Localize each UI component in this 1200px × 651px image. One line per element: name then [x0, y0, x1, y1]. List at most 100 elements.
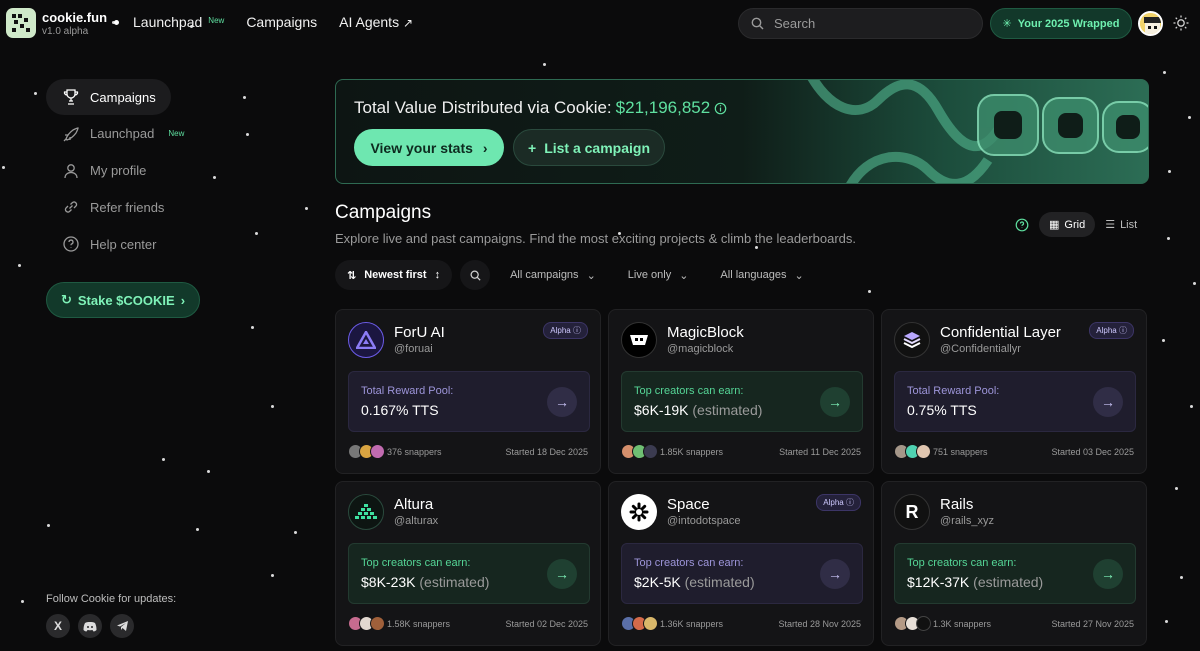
snappers-label: 1.3K snappers — [933, 618, 992, 629]
cookie-logo-icon[interactable] — [6, 8, 36, 38]
sidebar-item-label: My profile — [90, 163, 147, 179]
campaign-card-foru-ai[interactable]: ForU AI @foruai Alpha ⓘ Total Reward Poo… — [335, 309, 601, 474]
alpha-badge: Alpha ⓘ — [1089, 322, 1134, 339]
arrow-right-icon[interactable]: → — [820, 387, 850, 417]
wrapped-label: Your 2025 Wrapped — [1017, 17, 1120, 30]
theme-toggle-icon[interactable] — [1172, 14, 1190, 32]
nav-ai-agents[interactable]: AI Agents ↗ — [339, 14, 413, 30]
filters-bar: ⇅ Newest first ↕ All campaigns ⌄ Live on… — [335, 260, 816, 290]
alpha-label: Alpha — [823, 498, 844, 507]
all-campaigns-label: All campaigns — [510, 269, 579, 281]
snapper-avatars — [348, 444, 385, 459]
arrow-right-icon[interactable]: → — [1093, 559, 1123, 589]
top-nav: Launchpad New Campaigns AI Agents ↗ — [114, 14, 413, 30]
grid-view-button[interactable]: ▦ Grid — [1039, 212, 1096, 237]
pool-label: Top creators can earn: — [907, 557, 1017, 569]
snappers-label: 1.85K snappers — [660, 446, 724, 457]
info-icon[interactable] — [714, 102, 727, 115]
sidebar-item-campaigns[interactable]: Campaigns — [46, 79, 171, 115]
list-campaign-button[interactable]: + List a campaign — [513, 129, 665, 166]
alpha-badge: Alpha ⓘ — [543, 322, 588, 339]
sidebar: Campaigns Launchpad New My profile Refer… — [46, 79, 206, 263]
started-date: Started 27 Nov 2025 — [1051, 619, 1134, 629]
started-date: Started 18 Dec 2025 — [505, 447, 588, 457]
arrow-right-icon[interactable]: → — [547, 559, 577, 589]
chevron-right-icon: › — [180, 292, 186, 308]
nav-launchpad[interactable]: Launchpad New — [133, 14, 224, 30]
pool-amount: $12K-37K — [907, 574, 970, 590]
total-value-banner: Total Value Distributed via Cookie: $21,… — [335, 79, 1149, 184]
pool-amount: $8K-23K — [361, 574, 416, 590]
trophy-icon — [63, 89, 79, 105]
campaign-handle: @rails_xyz — [940, 515, 994, 527]
pool-value: $8K-23K (estimated) — [361, 574, 489, 590]
campaign-card-confidential-layer[interactable]: Confidential Layer @Confidentiallyr Alph… — [881, 309, 1147, 474]
list-label: List — [1120, 218, 1138, 231]
pool-amount: $2K-5K — [634, 574, 681, 590]
view-toggle: ▦ Grid ☰ List — [1015, 212, 1137, 237]
altura-logo-icon — [348, 494, 384, 530]
search-icon — [751, 17, 764, 30]
pool-value: 0.75% TTS — [907, 402, 977, 418]
sidebar-item-my-profile[interactable]: My profile — [46, 153, 206, 189]
campaign-card-rails[interactable]: R Rails @rails_xyz Top creators can earn… — [881, 481, 1147, 646]
nav-dot — [114, 19, 119, 25]
alpha-label: Alpha — [550, 326, 571, 335]
all-languages-label: All languages — [720, 269, 787, 281]
live-only-label: Live only — [627, 269, 672, 281]
campaign-name: ForU AI — [394, 324, 445, 341]
arrow-right-icon[interactable]: → — [547, 387, 577, 417]
search-input[interactable]: Search — [738, 8, 983, 39]
campaigns-subtitle: Explore live and past campaigns. Find th… — [335, 231, 856, 246]
snappers-count: 376 snappers — [348, 444, 442, 459]
all-languages-dropdown[interactable]: All languages ⌄ — [708, 260, 815, 290]
grid-icon: ▦ — [1049, 219, 1060, 231]
magicblock-logo-icon — [621, 322, 657, 358]
updown-icon: ↕ — [434, 269, 441, 281]
snappers-label: 376 snappers — [387, 446, 442, 457]
all-campaigns-dropdown[interactable]: All campaigns ⌄ — [498, 260, 608, 290]
campaign-name: Space — [667, 496, 710, 513]
snappers-count: 751 snappers — [894, 444, 988, 459]
started-date: Started 28 Nov 2025 — [778, 619, 861, 629]
sort-dropdown[interactable]: ⇅ Newest first ↕ — [335, 260, 453, 290]
sidebar-item-launchpad[interactable]: Launchpad New — [46, 116, 206, 152]
wrapped-button[interactable]: ✳ Your 2025 Wrapped — [990, 8, 1132, 39]
telegram-icon[interactable] — [110, 614, 134, 638]
campaign-card-altura[interactable]: Altura @alturax Top creators can earn: $… — [335, 481, 601, 646]
foru-ai-logo-icon — [348, 322, 384, 358]
pool-amount: 0.75% TTS — [907, 402, 977, 418]
campaign-card-space[interactable]: Space @intodotspace Alpha ⓘ Top creators… — [608, 481, 874, 646]
chevron-right-icon: › — [482, 139, 488, 156]
arrow-right-icon[interactable]: → — [820, 559, 850, 589]
user-avatar[interactable] — [1138, 11, 1163, 36]
campaign-card-magicblock[interactable]: MagicBlock @magicblock Top creators can … — [608, 309, 874, 474]
total-value-amount: $21,196,852 — [615, 98, 711, 117]
arrow-right-icon[interactable]: → — [1093, 387, 1123, 417]
estimated-label: (estimated) — [692, 402, 763, 418]
live-only-dropdown[interactable]: Live only ⌄ — [616, 260, 701, 290]
chevron-down-icon: ⌄ — [586, 269, 596, 282]
snappers-label: 1.58K snappers — [387, 618, 451, 629]
discord-icon[interactable] — [78, 614, 102, 638]
help-icon — [63, 236, 79, 252]
view-stats-button[interactable]: View your stats › — [354, 129, 504, 166]
reward-pool: Top creators can earn: $2K-5K (estimated… — [621, 543, 863, 604]
list-view-button[interactable]: ☰ List — [1105, 218, 1138, 232]
nav-ai-agents-label: AI Agents — [339, 14, 400, 30]
sidebar-item-refer-friends[interactable]: Refer friends — [46, 189, 206, 225]
nav-campaigns[interactable]: Campaigns — [246, 14, 317, 30]
stake-cookie-button[interactable]: ↻ Stake $COOKIE › — [46, 282, 200, 318]
sidebar-item-help-center[interactable]: Help center — [46, 226, 206, 262]
top-bar: cookie.fun v1.0 alpha Launchpad New Campa… — [0, 0, 1200, 46]
x-icon[interactable]: X — [46, 614, 70, 638]
help-icon[interactable] — [1015, 218, 1029, 232]
brand[interactable]: cookie.fun v1.0 alpha — [42, 10, 107, 37]
estimated-label: (estimated) — [419, 574, 490, 590]
campaign-handle: @Confidentiallyr — [940, 343, 1021, 355]
campaign-name: Altura — [394, 496, 434, 513]
stake-label: Stake $COOKIE — [77, 292, 175, 308]
reward-pool: Top creators can earn: $6K-19K (estimate… — [621, 371, 863, 432]
filter-search-button[interactable] — [460, 260, 491, 290]
started-date: Started 11 Dec 2025 — [779, 447, 861, 457]
